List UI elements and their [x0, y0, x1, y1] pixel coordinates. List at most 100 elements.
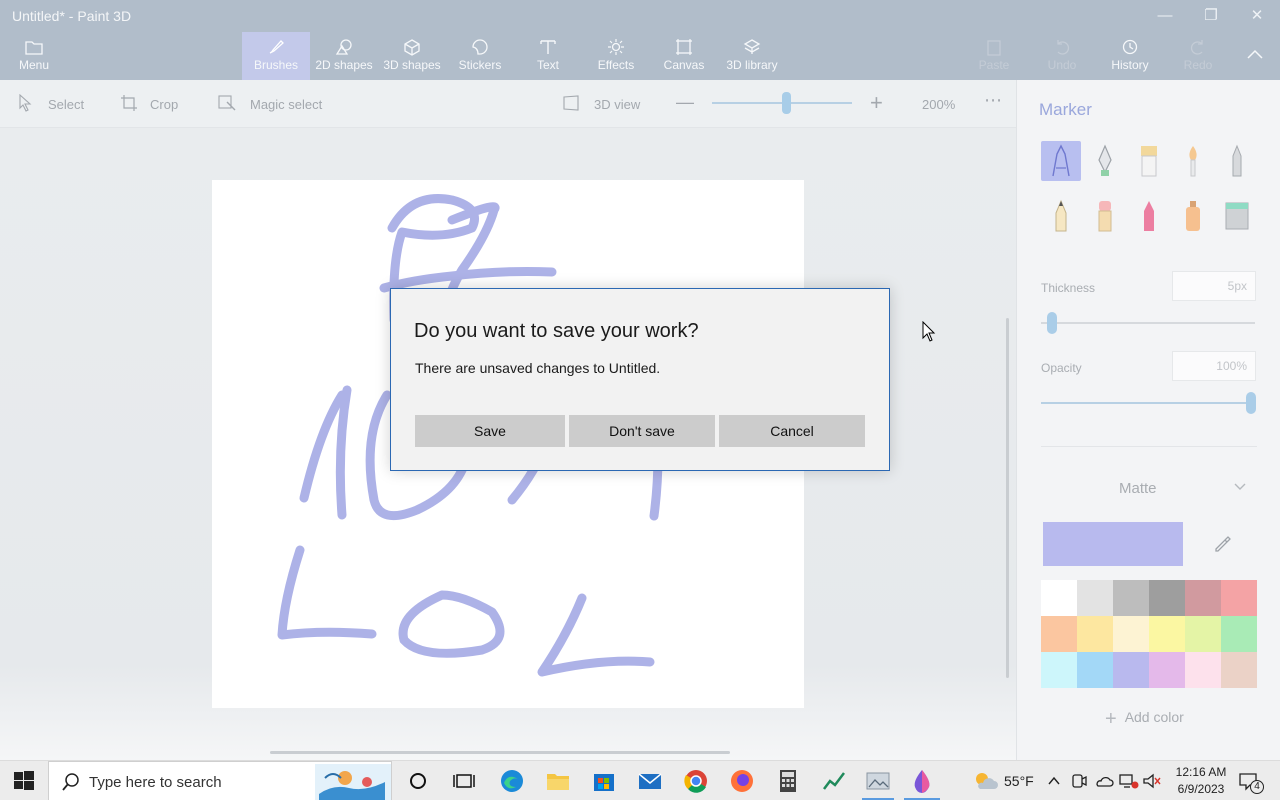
palette-color-swatch[interactable]: [1149, 652, 1185, 688]
history-button[interactable]: History: [1096, 32, 1164, 80]
palette-color-swatch[interactable]: [1221, 580, 1257, 616]
meet-now-icon[interactable]: [1070, 772, 1088, 795]
chevron-down-icon[interactable]: [1233, 480, 1247, 497]
horizontal-scrollbar[interactable]: [270, 751, 730, 754]
palette-color-swatch[interactable]: [1149, 616, 1185, 652]
zoom-out-button[interactable]: —: [676, 92, 694, 112]
weather-icon[interactable]: [972, 769, 998, 798]
fill-bucket-icon: [1225, 202, 1249, 230]
maximize-button[interactable]: ❐: [1188, 0, 1234, 32]
close-button[interactable]: ✕: [1234, 0, 1280, 32]
brush-pencil[interactable]: [1041, 196, 1081, 236]
thickness-slider-track[interactable]: [1041, 322, 1255, 324]
tab-canvas[interactable]: Canvas: [650, 32, 718, 80]
notification-center-icon[interactable]: 4: [1238, 771, 1264, 798]
palette-color-swatch[interactable]: [1113, 652, 1149, 688]
brush-eraser[interactable]: [1085, 196, 1125, 236]
eyedropper-icon[interactable]: [1213, 532, 1233, 557]
opacity-slider-track[interactable]: [1041, 402, 1255, 404]
watercolor-brush-icon: [1189, 146, 1197, 177]
undo-button[interactable]: Undo: [1028, 32, 1096, 80]
add-color-button[interactable]: + Add color: [1105, 708, 1184, 731]
palette-color-swatch[interactable]: [1077, 652, 1113, 688]
opacity-input[interactable]: 100%: [1172, 351, 1256, 381]
vertical-scrollbar[interactable]: [1006, 318, 1009, 678]
tab-text[interactable]: Text: [514, 32, 582, 80]
photos-icon[interactable]: [864, 767, 892, 795]
taskbar: Type here to search 55°F 12:16 AM 6/9/20…: [0, 760, 1280, 800]
onedrive-icon[interactable]: [1094, 772, 1114, 795]
brush-fill[interactable]: [1217, 196, 1257, 236]
dont-save-button[interactable]: Don't save: [569, 415, 715, 447]
zoom-in-button[interactable]: +: [870, 90, 890, 115]
view-3d-toggle[interactable]: 3D view: [562, 94, 652, 114]
palette-color-swatch[interactable]: [1041, 580, 1077, 616]
temperature-label[interactable]: 55°F: [1004, 773, 1034, 789]
taskbar-clock[interactable]: 12:16 AM 6/9/2023: [1170, 764, 1232, 798]
thickness-label: Thickness: [1041, 281, 1096, 295]
search-box[interactable]: Type here to search: [48, 761, 392, 800]
palette-color-swatch[interactable]: [1185, 580, 1221, 616]
palette-color-swatch[interactable]: [1185, 652, 1221, 688]
paint-3d-icon[interactable]: [908, 767, 936, 795]
save-button[interactable]: Save: [415, 415, 565, 447]
tab-2d-shapes[interactable]: 2D shapes: [310, 32, 378, 80]
palette-color-swatch[interactable]: [1077, 616, 1113, 652]
brush-calligraphy-pen[interactable]: [1085, 141, 1125, 181]
mouse-cursor-icon: [922, 321, 936, 342]
mail-icon[interactable]: [636, 767, 664, 795]
opacity-slider-thumb[interactable]: [1246, 392, 1256, 414]
brush-marker[interactable]: [1041, 141, 1081, 181]
finish-dropdown[interactable]: Matte: [1119, 480, 1157, 497]
palette-color-swatch[interactable]: [1185, 616, 1221, 652]
palette-color-swatch[interactable]: [1041, 616, 1077, 652]
palette-color-swatch[interactable]: [1221, 616, 1257, 652]
network-icon[interactable]: [1118, 772, 1140, 795]
tab-3d-library[interactable]: 3D library: [718, 32, 786, 80]
crop-tool[interactable]: Crop: [120, 94, 190, 114]
brush-oil[interactable]: [1129, 141, 1169, 181]
palette-color-swatch[interactable]: [1221, 652, 1257, 688]
brush-watercolor[interactable]: [1173, 141, 1213, 181]
edge-browser-icon[interactable]: [498, 767, 526, 795]
thickness-input[interactable]: 5px: [1172, 271, 1256, 301]
brush-spray-can[interactable]: [1173, 196, 1213, 236]
brush-crayon[interactable]: [1129, 196, 1169, 236]
magic-select-tool[interactable]: Magic select: [218, 94, 328, 114]
task-view-icon[interactable]: [450, 767, 478, 795]
tab-effects[interactable]: Effects: [582, 32, 650, 80]
cortana-icon[interactable]: [404, 767, 432, 795]
palette-color-swatch[interactable]: [1077, 580, 1113, 616]
dialog-title: Do you want to save your work?: [414, 320, 699, 342]
more-options-button[interactable]: ⋯: [984, 90, 1004, 110]
oil-brush-icon: [1141, 146, 1157, 177]
redo-button[interactable]: Redo: [1164, 32, 1232, 80]
microsoft-store-icon[interactable]: [590, 767, 618, 795]
select-tool[interactable]: Select: [18, 94, 88, 114]
tab-3d-shapes[interactable]: 3D shapes: [378, 32, 446, 80]
cancel-button[interactable]: Cancel: [719, 415, 865, 447]
paste-button[interactable]: Paste: [960, 32, 1028, 80]
stock-chart-app-icon[interactable]: [820, 767, 848, 795]
palette-color-swatch[interactable]: [1113, 580, 1149, 616]
palette-color-swatch[interactable]: [1113, 616, 1149, 652]
chrome-icon[interactable]: [682, 767, 710, 795]
thickness-slider-thumb[interactable]: [1047, 312, 1057, 334]
zoom-slider-thumb[interactable]: [782, 92, 791, 114]
current-color-swatch[interactable]: [1043, 522, 1183, 566]
minimize-button[interactable]: —: [1142, 0, 1188, 32]
calculator-icon[interactable]: [774, 767, 802, 795]
collapse-ribbon-button[interactable]: [1232, 32, 1278, 80]
menu-button[interactable]: Menu: [0, 32, 68, 80]
tab-brushes[interactable]: Brushes: [242, 32, 310, 80]
firefox-icon[interactable]: [728, 767, 756, 795]
windows-start-icon[interactable]: [12, 769, 36, 793]
volume-muted-icon[interactable]: [1142, 772, 1162, 795]
chevron-up-icon[interactable]: [1046, 773, 1062, 794]
palette-color-swatch[interactable]: [1041, 652, 1077, 688]
palette-color-swatch[interactable]: [1149, 580, 1185, 616]
file-explorer-icon[interactable]: [544, 767, 572, 795]
tab-stickers[interactable]: Stickers: [446, 32, 514, 80]
brush-pixel-pen[interactable]: [1217, 141, 1257, 181]
sun-icon: [608, 39, 624, 55]
